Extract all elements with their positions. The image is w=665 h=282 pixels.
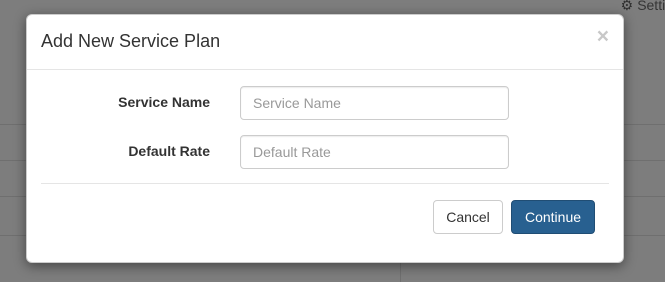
background-settings-label: Settin — [637, 0, 665, 13]
page-backdrop: ⚙ Settin Add New Service Plan × Service … — [0, 0, 665, 282]
add-service-plan-modal: Add New Service Plan × Service Name Defa… — [26, 14, 624, 263]
service-name-label: Service Name — [118, 94, 210, 110]
gear-icon: ⚙ — [620, 0, 634, 13]
default-rate-input[interactable] — [240, 135, 509, 169]
service-name-input[interactable] — [240, 86, 509, 120]
modal-footer-divider — [41, 183, 609, 184]
close-icon[interactable]: × — [597, 26, 609, 47]
modal-title: Add New Service Plan — [41, 31, 221, 51]
default-rate-label: Default Rate — [128, 143, 210, 159]
background-settings-link[interactable]: ⚙ Settin — [621, 0, 665, 13]
default-rate-row: Default Rate — [27, 135, 623, 169]
modal-header: Add New Service Plan × — [27, 15, 623, 70]
service-name-row: Service Name — [27, 86, 623, 120]
continue-button[interactable]: Continue — [511, 200, 595, 234]
cancel-button[interactable]: Cancel — [433, 200, 503, 234]
